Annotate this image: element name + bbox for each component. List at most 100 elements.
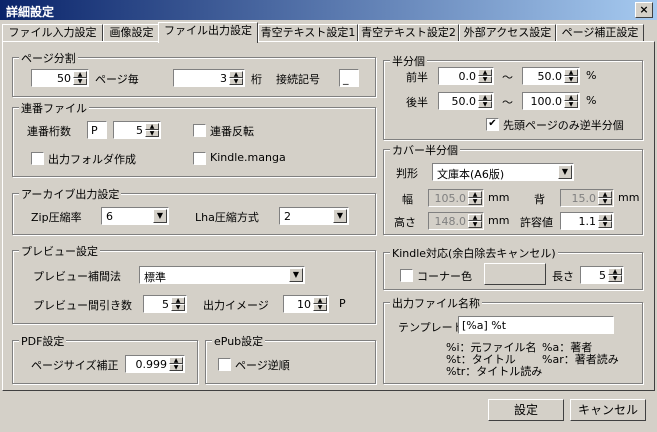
serial-prefix-input[interactable]: P bbox=[87, 121, 107, 139]
output-image-unit: P bbox=[339, 297, 346, 310]
help-row: %ar：著者読み bbox=[542, 353, 619, 366]
cover-height-spinner[interactable]: 148.0 ▲ ▼ bbox=[428, 212, 484, 230]
spin-up-icon[interactable]: ▲ bbox=[73, 71, 87, 78]
lha-method-label: Lha圧縮方式 bbox=[195, 211, 259, 224]
spin-up-icon[interactable]: ▲ bbox=[468, 191, 482, 198]
tab-aozora-text-2[interactable]: 青空テキスト設定2 bbox=[358, 24, 459, 42]
spin-down-icon[interactable]: ▼ bbox=[171, 304, 185, 311]
spin-up-icon[interactable]: ▲ bbox=[564, 94, 578, 101]
cover-tolerance-spinner[interactable]: 1.1 ▲ ▼ bbox=[560, 212, 614, 230]
tab-label: ファイル出力設定 bbox=[164, 24, 252, 37]
pdf-page-size-spinner[interactable]: 0.999 ▲ ▼ bbox=[125, 355, 185, 373]
spin-down-icon[interactable]: ▼ bbox=[73, 78, 87, 85]
cover-spine-spinner[interactable]: 15.0 ▲ ▼ bbox=[560, 189, 614, 207]
serial-file-legend: 連番ファイル bbox=[19, 100, 89, 116]
kindle-manga-checkbox[interactable] bbox=[193, 152, 206, 165]
cover-spine-label: 背 bbox=[534, 193, 545, 206]
serial-digits-label: 連番桁数 bbox=[27, 125, 71, 138]
cover-width-value: 105.0 bbox=[434, 192, 467, 205]
spin-down-icon[interactable]: ▼ bbox=[468, 198, 482, 205]
preview-skip-spinner[interactable]: 5 ▲ ▼ bbox=[143, 295, 187, 313]
spin-down-icon[interactable]: ▼ bbox=[468, 221, 482, 228]
spin-up-icon[interactable]: ▲ bbox=[598, 214, 612, 221]
second-half-from-spinner[interactable]: 50.0 ▲ ▼ bbox=[438, 92, 494, 110]
lha-method-select[interactable]: 2 ▼ bbox=[279, 207, 349, 225]
spin-down-icon[interactable]: ▼ bbox=[598, 198, 612, 205]
tab-external-access[interactable]: 外部アクセス設定 bbox=[459, 24, 556, 42]
corner-color-checkbox[interactable] bbox=[400, 269, 413, 282]
tab-label: 青空テキスト設定1 bbox=[260, 26, 356, 39]
tab-page-correction[interactable]: ページ補正設定 bbox=[556, 24, 644, 42]
spin-up-icon[interactable]: ▲ bbox=[145, 123, 159, 130]
serial-digits-spinner[interactable]: 5 ▲ ▼ bbox=[113, 121, 161, 139]
preview-legend: プレビュー設定 bbox=[19, 243, 100, 259]
head-only-checkbox[interactable]: ✔ bbox=[486, 118, 499, 131]
chevron-down-icon[interactable]: ▼ bbox=[289, 268, 303, 282]
spin-up-icon[interactable]: ▲ bbox=[598, 191, 612, 198]
spin-down-icon[interactable]: ▼ bbox=[313, 304, 327, 311]
tab-image[interactable]: 画像設定 bbox=[103, 24, 160, 42]
cover-width-spinner[interactable]: 105.0 ▲ ▼ bbox=[428, 189, 484, 207]
chevron-down-icon[interactable]: ▼ bbox=[558, 165, 572, 179]
tab-aozora-text-1[interactable]: 青空テキスト設定1 bbox=[258, 24, 358, 42]
second-half-from-value: 50.0 bbox=[451, 95, 477, 108]
preview-interp-label: プレビュー補間法 bbox=[33, 270, 121, 283]
second-half-percent: % bbox=[586, 94, 597, 107]
spin-up-icon[interactable]: ▲ bbox=[608, 268, 622, 275]
spin-down-icon[interactable]: ▼ bbox=[478, 76, 492, 83]
chevron-down-icon[interactable]: ▼ bbox=[153, 209, 167, 223]
preview-interp-select[interactable]: 標準 ▼ bbox=[139, 266, 305, 284]
spin-up-icon[interactable]: ▲ bbox=[169, 357, 183, 364]
spin-down-icon[interactable]: ▼ bbox=[169, 364, 183, 371]
spin-up-icon[interactable]: ▲ bbox=[229, 71, 243, 78]
zip-level-select[interactable]: 6 ▼ bbox=[101, 207, 169, 225]
cover-size-value: 文庫本(A6版) bbox=[437, 168, 505, 181]
ok-button[interactable]: 設定 bbox=[488, 399, 564, 421]
preview-interp-value: 標準 bbox=[144, 271, 166, 284]
spin-down-icon[interactable]: ▼ bbox=[608, 275, 622, 282]
zip-level-value: 6 bbox=[106, 210, 113, 223]
pages-per-split-spinner[interactable]: 50 ▲ ▼ bbox=[31, 69, 89, 87]
digits-label: 桁 bbox=[251, 73, 262, 86]
spin-up-icon[interactable]: ▲ bbox=[468, 214, 482, 221]
serial-reverse-checkbox[interactable] bbox=[193, 124, 206, 137]
output-image-spinner[interactable]: 10 ▲ ▼ bbox=[283, 295, 329, 313]
cover-height-unit: mm bbox=[488, 214, 510, 227]
spin-up-icon[interactable]: ▲ bbox=[564, 69, 578, 76]
page-split-legend: ページ分割 bbox=[19, 50, 78, 66]
create-folder-checkbox[interactable] bbox=[31, 152, 44, 165]
chevron-down-icon[interactable]: ▼ bbox=[333, 209, 347, 223]
second-half-to-spinner[interactable]: 100.0 ▲ ▼ bbox=[522, 92, 580, 110]
lha-method-value: 2 bbox=[284, 210, 291, 223]
spin-down-icon[interactable]: ▼ bbox=[564, 76, 578, 83]
tab-label: 画像設定 bbox=[109, 26, 154, 39]
first-half-to-spinner[interactable]: 50.0 ▲ ▼ bbox=[522, 67, 580, 85]
first-half-label: 前半 bbox=[406, 71, 428, 84]
template-input[interactable]: [%a] %t bbox=[458, 316, 614, 334]
close-button[interactable]: × bbox=[635, 2, 653, 18]
tab-file-input[interactable]: ファイル入力設定 bbox=[2, 24, 103, 42]
cover-size-select[interactable]: 文庫本(A6版) ▼ bbox=[432, 163, 574, 181]
epub-reverse-checkbox[interactable] bbox=[218, 358, 231, 371]
spin-up-icon[interactable]: ▲ bbox=[171, 297, 185, 304]
kindle-length-spinner[interactable]: 5 ▲ ▼ bbox=[580, 266, 624, 284]
cancel-button[interactable]: キャンセル bbox=[570, 399, 646, 421]
tab-label: 青空テキスト設定2 bbox=[361, 26, 456, 39]
spin-up-icon[interactable]: ▲ bbox=[313, 297, 327, 304]
connector-input[interactable]: _ bbox=[339, 69, 359, 87]
tab-label: ページ補正設定 bbox=[561, 26, 639, 39]
spin-down-icon[interactable]: ▼ bbox=[478, 101, 492, 108]
spin-up-icon[interactable]: ▲ bbox=[478, 69, 492, 76]
digits-spinner[interactable]: 3 ▲ ▼ bbox=[173, 69, 245, 87]
digits-value: 3 bbox=[220, 72, 227, 85]
corner-color-swatch[interactable] bbox=[484, 263, 546, 285]
serial-file-group: 連番ファイル 連番桁数 P 5 ▲ ▼ 連番反転 出力フォルダ作成 Kindle.… bbox=[12, 100, 376, 177]
spin-down-icon[interactable]: ▼ bbox=[145, 130, 159, 137]
spin-up-icon[interactable]: ▲ bbox=[478, 94, 492, 101]
tab-file-output[interactable]: ファイル出力設定 bbox=[158, 22, 258, 43]
spin-down-icon[interactable]: ▼ bbox=[598, 221, 612, 228]
spin-down-icon[interactable]: ▼ bbox=[229, 78, 243, 85]
first-half-from-spinner[interactable]: 0.0 ▲ ▼ bbox=[438, 67, 494, 85]
spin-down-icon[interactable]: ▼ bbox=[564, 101, 578, 108]
page-split-group: ページ分割 50 ▲ ▼ ページ毎 3 ▲ ▼ 桁 接続記号 _ bbox=[12, 50, 376, 97]
